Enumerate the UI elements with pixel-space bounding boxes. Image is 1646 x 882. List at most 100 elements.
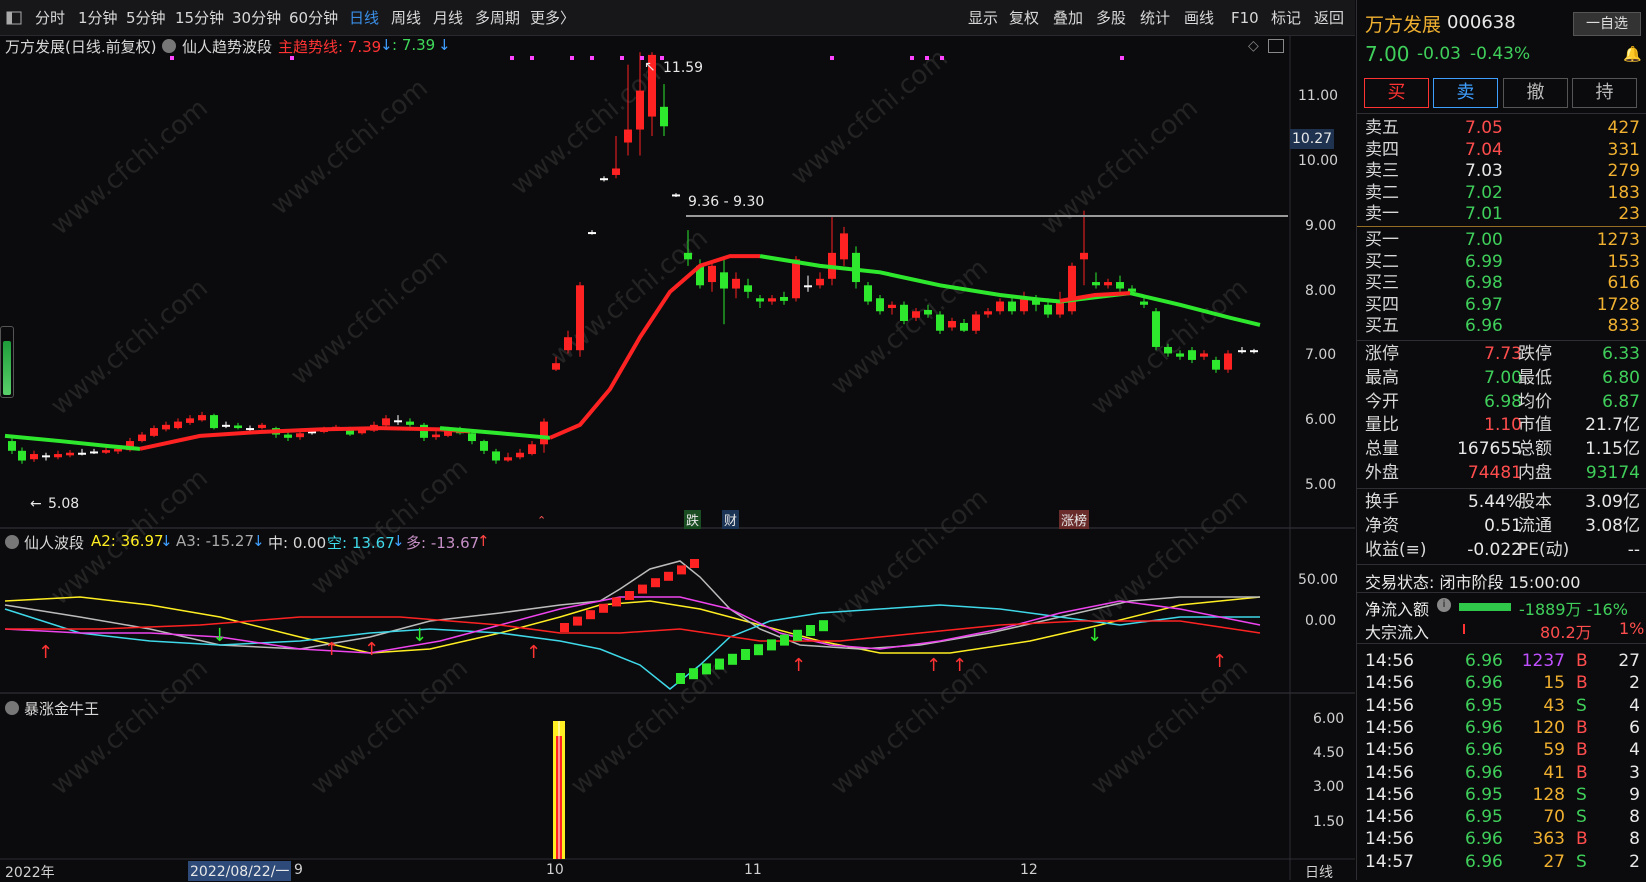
bid-row[interactable]: 买五 6.96 833: [1365, 315, 1640, 337]
tick-row: 14:56 6.96 120 B 6: [1365, 717, 1640, 738]
watchlist-button[interactable]: 一自选: [1573, 12, 1641, 36]
price-change-pct: -0.43%: [1470, 44, 1531, 64]
watermark-text: www.cfchi.com: [45, 93, 214, 241]
block-inflow-value: 80.2万: [1540, 623, 1592, 642]
candle-body: [492, 451, 500, 461]
main-chart-title: 万方发展(日线.前复权): [5, 38, 157, 56]
indicator-dropdown-icon[interactable]: [162, 39, 176, 53]
hold-button[interactable]: 持: [1572, 78, 1637, 108]
tick-row: 14:57 6.96 27 S 2: [1365, 851, 1640, 872]
candle-body: [612, 168, 620, 175]
candle-body: [30, 454, 38, 460]
watermark-text: www.cfchi.com: [305, 653, 474, 801]
candle-body: [186, 418, 194, 423]
sub1-dropdown-icon[interactable]: [5, 535, 19, 549]
x-label: 11: [744, 862, 762, 878]
event-cai[interactable]: 财: [722, 510, 740, 529]
candle-body: [382, 418, 390, 426]
indicator-name[interactable]: 仙人趋势波段: [182, 36, 272, 57]
net-inflow-label: 净流入额: [1365, 600, 1430, 619]
candle-body: [1056, 301, 1064, 315]
sub1-bar: [754, 644, 763, 656]
ask-row[interactable]: 卖四 7.04 331: [1365, 139, 1640, 161]
sub1-bar: [741, 649, 750, 660]
signal-arrow-icon: ↓: [212, 625, 227, 646]
sub2-dropdown-icon[interactable]: [5, 701, 19, 715]
info-icon[interactable]: i: [1437, 598, 1451, 612]
bid-row[interactable]: 买二 6.99 153: [1365, 251, 1640, 273]
signal-dot: [530, 56, 534, 60]
chart-canvas[interactable]: www.cfchi.com www.cfchi.com www.cfchi.com w…: [0, 36, 1355, 880]
period-tab-60min[interactable]: 60分钟: [289, 0, 338, 35]
sub1-a2-arrow-icon: ↓: [160, 532, 173, 550]
signal-arrow-icon: ↑: [791, 655, 806, 676]
ask-row[interactable]: 卖五 7.05 427: [1365, 117, 1640, 139]
sidebar-toggle-icon[interactable]: [6, 0, 22, 35]
period-tab-weekly[interactable]: 周线: [391, 0, 421, 35]
sub1-bar: [625, 591, 634, 600]
toolbar-back[interactable]: 返回: [1314, 0, 1344, 35]
bell-icon[interactable]: 🔔: [1623, 45, 1642, 63]
signal-arrow-icon: ↑: [926, 655, 941, 676]
scroll-handle[interactable]: [0, 326, 14, 398]
low-marker: 5.08: [48, 496, 80, 512]
sub2-title[interactable]: 暴涨金牛王: [24, 698, 99, 719]
period-tab-1min[interactable]: 1分钟: [78, 0, 118, 35]
event-die[interactable]: 跌: [684, 510, 702, 529]
signal-dot: [1120, 56, 1124, 60]
toolbar-mark[interactable]: 标记: [1271, 0, 1301, 35]
candle-body: [516, 452, 524, 458]
toolbar-overlay[interactable]: 叠加: [1053, 0, 1083, 35]
candle-body: [1152, 311, 1160, 347]
toolbar-draw[interactable]: 画线: [1184, 0, 1214, 35]
buy-button[interactable]: 买: [1364, 78, 1429, 108]
ask-row[interactable]: 卖二 7.02 183: [1365, 182, 1640, 204]
event-zhangbang[interactable]: 涨榜: [1059, 510, 1090, 529]
toolbar-stats[interactable]: 统计: [1140, 0, 1170, 35]
period-tab-30min[interactable]: 30分钟: [232, 0, 281, 35]
period-tab-15min[interactable]: 15分钟: [175, 0, 224, 35]
candle-body: [1188, 350, 1196, 360]
quote-panel: 万方发展 000638 一自选 7.00 -0.03 -0.43% 🔔 买 卖 …: [1356, 0, 1646, 880]
candle-body: [54, 454, 62, 458]
period-tab-5min[interactable]: 5分钟: [126, 0, 166, 35]
last-price: 7.00: [1365, 42, 1410, 66]
trend-label: 主趋势线: 7.39: [278, 38, 382, 56]
period-tab-monthly[interactable]: 月线: [433, 0, 463, 35]
period-tab-multi[interactable]: 多周期: [475, 0, 520, 35]
candle-body: [78, 452, 86, 455]
candle-body: [744, 285, 752, 292]
cancel-button[interactable]: 撤: [1503, 78, 1568, 108]
toolbar-multi-stock[interactable]: 多股: [1096, 0, 1126, 35]
bid-row[interactable]: 买四 6.97 1728: [1365, 294, 1640, 316]
period-tab-more[interactable]: 更多〉: [530, 0, 575, 35]
sub1-kong: 空: 13.67: [327, 534, 395, 552]
candle-body: [258, 424, 266, 429]
diamond-icon[interactable]: ◇: [1248, 38, 1259, 54]
window-toggle-icon[interactable]: [1268, 39, 1284, 53]
candle-body: [588, 232, 596, 235]
candle-body: [1080, 252, 1088, 260]
period-tab-fenshi[interactable]: 分时: [35, 0, 65, 35]
ask-row[interactable]: 卖三 7.03 279: [1365, 160, 1640, 182]
candle-body: [234, 425, 242, 429]
sub1-bar: [612, 597, 621, 607]
bid-row[interactable]: 买三 6.98 616: [1365, 272, 1640, 294]
sub1-bar: [702, 663, 711, 675]
candle-body: [1164, 346, 1172, 354]
ask-row[interactable]: 卖一 7.01 23: [1365, 203, 1640, 225]
stock-name: 万方发展: [1365, 14, 1442, 36]
sub1-title[interactable]: 仙人波段: [24, 532, 84, 553]
sell-button[interactable]: 卖: [1433, 78, 1498, 108]
x-axis-period[interactable]: 日线: [1305, 862, 1333, 882]
candle-body: [210, 415, 218, 429]
toolbar-f10[interactable]: F10: [1231, 0, 1259, 35]
sub1-bar: [651, 578, 660, 588]
bid-row[interactable]: 买一 7.00 1273: [1365, 229, 1640, 251]
chart-area[interactable]: www.cfchi.com www.cfchi.com www.cfchi.com w…: [0, 36, 1355, 882]
period-tab-daily[interactable]: 日线: [349, 0, 379, 35]
sub2-y-tick: 1.50: [1313, 814, 1345, 830]
toolbar-display[interactable]: 显示: [968, 0, 998, 35]
candle-body: [1092, 282, 1100, 286]
toolbar-restore-rights[interactable]: 复权: [1009, 0, 1039, 35]
